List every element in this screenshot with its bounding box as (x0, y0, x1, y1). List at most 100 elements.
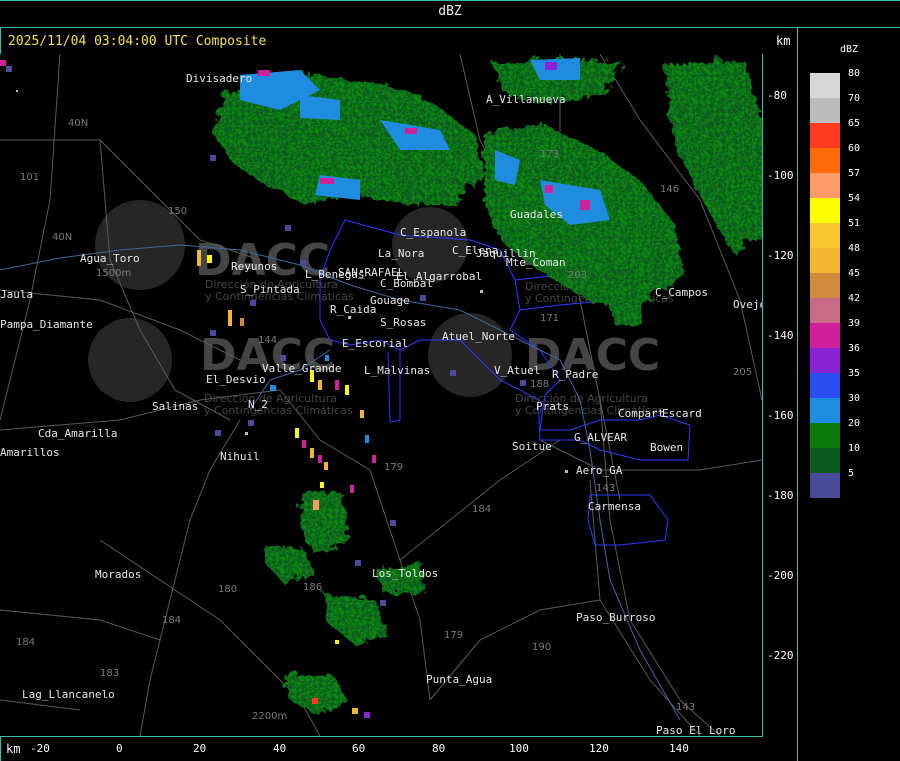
legend-value: 35 (848, 368, 861, 379)
legend-value: 60 (848, 143, 861, 154)
place-label: Salinas (152, 400, 198, 413)
y-tick-label: -80 (767, 89, 787, 102)
legend-value: 36 (848, 343, 861, 354)
svg-text:150: 150 (168, 206, 187, 217)
x-tick-label: 80 (432, 742, 446, 755)
place-label: Atuel_Norte (442, 330, 515, 343)
legend-value: 5 (848, 468, 855, 479)
legend-value: 30 (848, 393, 861, 404)
place-label: C_Espanola (400, 226, 466, 239)
legend-value: 20 (848, 418, 861, 429)
legend-swatch (810, 373, 840, 398)
place-label: Carmensa (588, 500, 641, 513)
legend-swatch (810, 398, 840, 423)
place-label: Reyunos (231, 260, 277, 273)
legend-value: 45 (848, 268, 861, 279)
legend-swatch (810, 273, 840, 298)
svg-text:184: 184 (16, 637, 35, 648)
legend-swatch (810, 123, 840, 148)
place-label: S_Rosas (380, 316, 426, 329)
y-tick-label: -100 (767, 169, 794, 182)
legend-swatch (810, 98, 840, 123)
place-label: Cda_Amarilla (38, 427, 117, 440)
svg-text:184: 184 (162, 615, 181, 626)
place-label: Lag_Llancanelo (22, 688, 115, 701)
place-label: Gouage (370, 294, 410, 307)
place-label: Compart (618, 407, 664, 420)
legend-swatch (810, 423, 840, 448)
svg-text:40N: 40N (68, 118, 88, 129)
legend-title: dBZ (840, 44, 859, 55)
place-label: Morados (95, 568, 141, 581)
svg-text:205: 205 (733, 367, 752, 378)
y-tick-label: -120 (767, 249, 794, 262)
legend-swatch (810, 223, 840, 248)
legend-swatch (810, 448, 840, 473)
place-label: Bowen (650, 441, 683, 454)
svg-text:1500m: 1500m (96, 268, 131, 279)
svg-text:2200m: 2200m (252, 711, 287, 722)
place-label: Agua_Toro (80, 252, 140, 265)
svg-text:101: 101 (20, 172, 39, 183)
svg-text:184: 184 (472, 504, 491, 515)
x-tick-label: -20 (30, 742, 50, 755)
y-tick-label: -160 (767, 409, 794, 422)
frame-right-line (797, 27, 798, 761)
x-tick-label: 140 (669, 742, 689, 755)
legend-value: 51 (848, 218, 861, 229)
place-label: E_Escorial (342, 337, 408, 350)
place-label: Punta_Agua (426, 673, 492, 686)
legend-value: 65 (848, 118, 861, 129)
svg-text:179: 179 (384, 462, 403, 473)
place-label: S_Pintada (240, 283, 300, 296)
svg-text:40N: 40N (52, 232, 72, 243)
place-label: Nihuil (220, 450, 260, 463)
legend-swatch (810, 148, 840, 173)
place-label: La_Nora (378, 247, 424, 260)
place-label: Pampa_Diamante (0, 318, 93, 331)
legend-value: 10 (848, 443, 861, 454)
radar-map[interactable]: DACC Dirección de Agricultura y Continge… (0, 54, 762, 736)
svg-text:143: 143 (596, 483, 615, 494)
x-tick-label: 100 (509, 742, 529, 755)
legend-value: 48 (848, 243, 861, 254)
place-label: Soitue (512, 440, 552, 453)
svg-text:y Contingencias Climáticas: y Contingencias Climáticas (204, 404, 353, 417)
y-tick-label: -220 (767, 649, 794, 662)
svg-text:186: 186 (303, 582, 322, 593)
y-axis-unit: km (776, 34, 791, 48)
place-label: G_ALVEAR (574, 431, 627, 444)
map-right-border (762, 54, 763, 736)
radar-timestamp: 2025/11/04 03:04:00 UTC Composite (8, 34, 267, 49)
x-tick-label: 0 (116, 742, 123, 755)
x-axis-unit: km (6, 742, 21, 756)
place-label: Paso_Burroso (576, 611, 655, 624)
svg-text:188: 188 (530, 379, 549, 390)
frame-header-line (0, 27, 900, 28)
legend-swatch (810, 73, 840, 98)
legend-value: 57 (848, 168, 861, 179)
place-label: Mte_Coman (506, 256, 566, 269)
window-title: dBZ (438, 4, 462, 19)
x-tick-label: 120 (589, 742, 609, 755)
place-label: L_Malvinas (364, 364, 430, 377)
x-tick-label: 40 (273, 742, 287, 755)
legend-value: 70 (848, 93, 861, 104)
place-label: Prats (536, 400, 569, 413)
place-label: Guadales (510, 208, 563, 221)
frame-top-line (0, 0, 900, 1)
svg-text:183: 183 (100, 668, 119, 679)
place-label: El_Desvio (206, 373, 266, 386)
legend-swatch (810, 173, 840, 198)
place-label: Jaula (0, 288, 33, 301)
place-label: SAN_RAFAEL (338, 266, 405, 279)
place-label: Aero_GA (576, 464, 623, 477)
place-label: Amarillos (0, 446, 60, 459)
place-label: El_Algarrobal (396, 270, 482, 283)
place-label: Los_Toldos (372, 567, 438, 580)
legend-value: 42 (848, 293, 861, 304)
place-label: Ovejero (733, 298, 762, 311)
svg-text:143: 143 (676, 702, 695, 713)
y-tick-label: -180 (767, 489, 794, 502)
svg-text:146: 146 (660, 184, 679, 195)
